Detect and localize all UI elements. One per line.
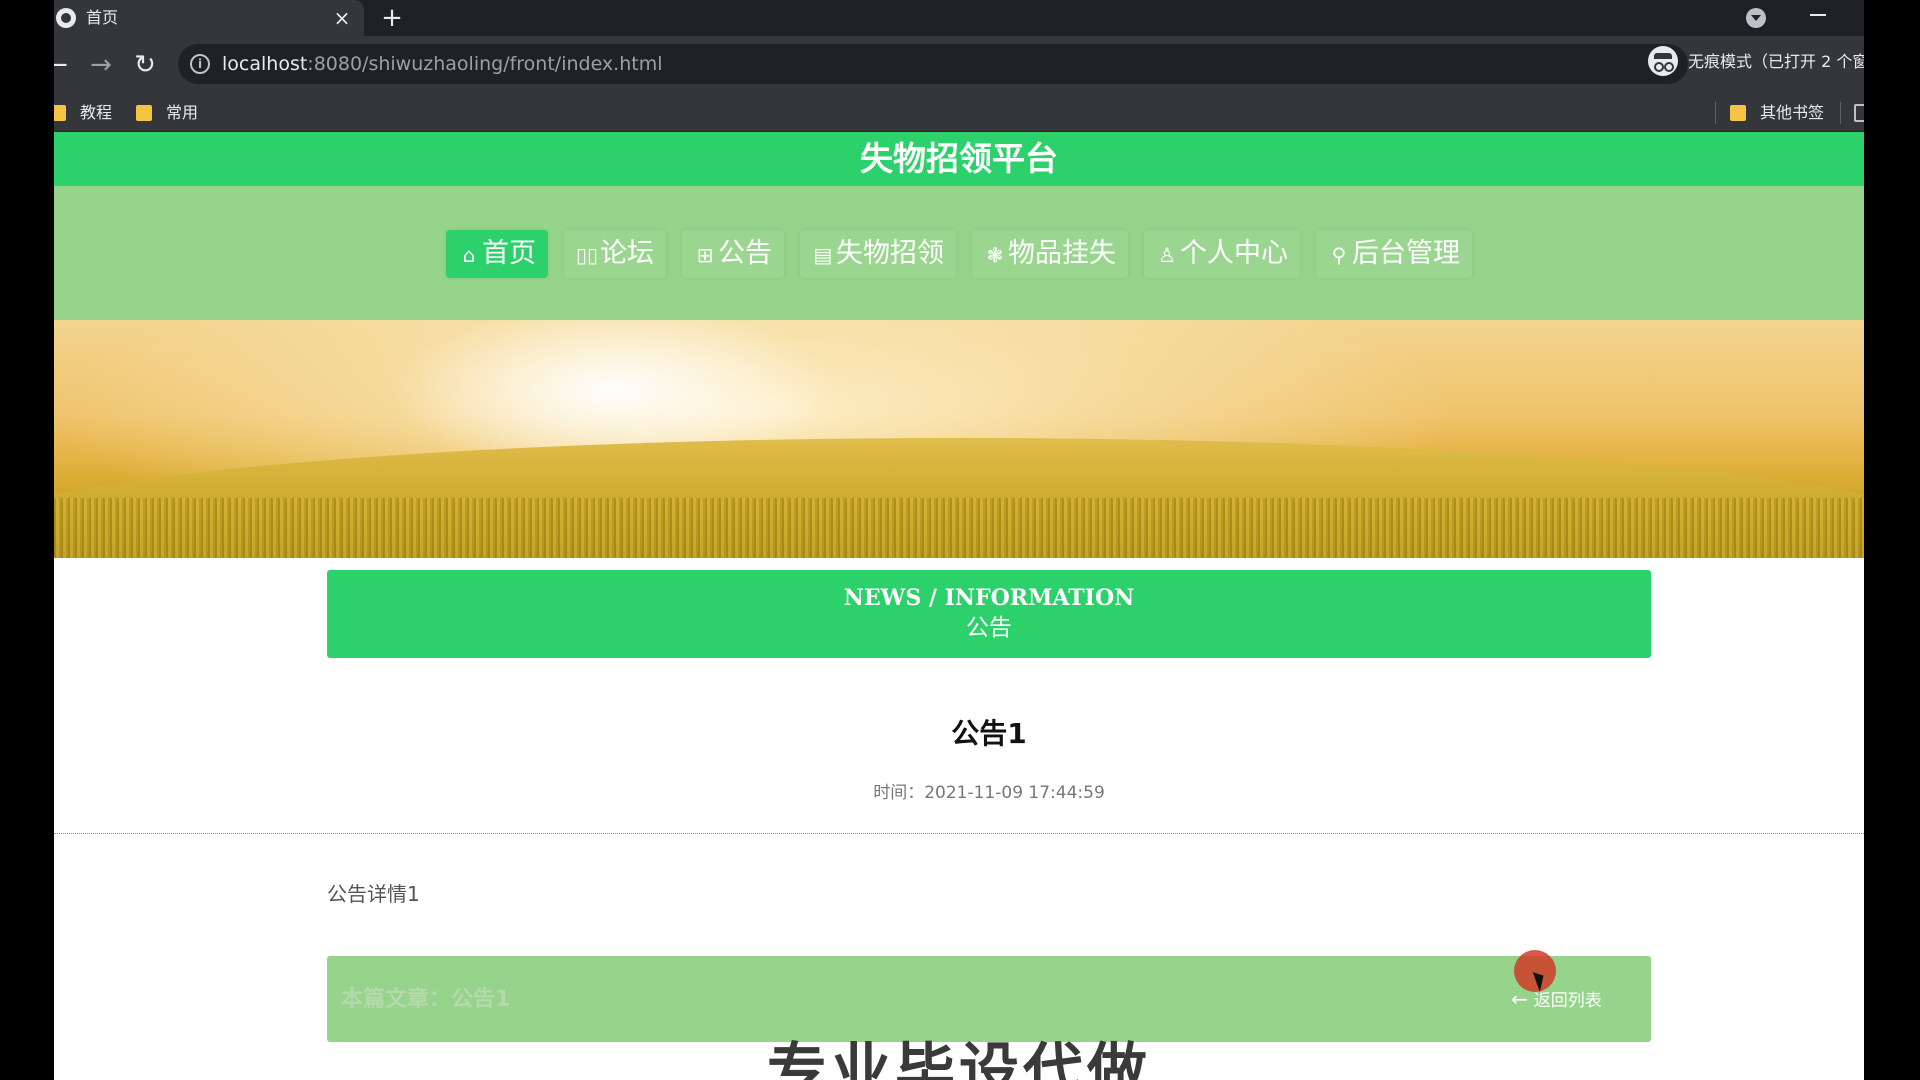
link-icon: ⚲ bbox=[1331, 243, 1347, 267]
bookmark-folder[interactable]: 教程 bbox=[80, 103, 112, 123]
nav-item-profile[interactable]: ♙ 个人中心 bbox=[1144, 230, 1300, 278]
article-title: 公告1 bbox=[951, 717, 1027, 750]
browser-tab[interactable]: 首页 × bbox=[54, 0, 364, 36]
incognito-label[interactable]: 无痕模式（已打开 2 个窗 bbox=[1688, 52, 1864, 72]
nav-label: 物品挂失 bbox=[1008, 238, 1116, 269]
folder-icon bbox=[54, 105, 66, 121]
nav-item-forum[interactable]: ▯▯论坛 bbox=[564, 230, 666, 278]
back-arrow-icon: ← bbox=[1511, 987, 1528, 1011]
hero-carousel bbox=[54, 320, 1864, 558]
user-icon: ♙ bbox=[1158, 243, 1176, 267]
nav-items: ⌂ 首页 ▯▯论坛 ⊞ 公告 ▤ 失物招领 ❃ 物品挂失 ♙ 个人中心 ⚲ 后台管理 bbox=[54, 230, 1864, 278]
nav-label: 失物招领 bbox=[836, 238, 944, 269]
folder-icon bbox=[136, 105, 152, 121]
article-footer: 本篇文章：公告1 ← 返回列表 bbox=[327, 956, 1651, 1042]
bookmarks-separator bbox=[1715, 102, 1716, 124]
tab-search-icon[interactable] bbox=[1746, 8, 1766, 28]
incognito-icon[interactable] bbox=[1648, 46, 1678, 76]
nav-label: 个人中心 bbox=[1180, 238, 1288, 269]
bookmarks-separator bbox=[1840, 102, 1841, 124]
other-bookmarks[interactable]: 其他书签 bbox=[1760, 103, 1824, 123]
nav-item-notice[interactable]: ⊞ 公告 bbox=[682, 230, 784, 278]
forward-arrow-icon[interactable]: → bbox=[86, 50, 116, 80]
back-to-list-label: 返回列表 bbox=[1533, 991, 1602, 1011]
main-nav: ⌂ 首页 ▯▯论坛 ⊞ 公告 ▤ 失物招领 ❃ 物品挂失 ♙ 个人中心 ⚲ 后台管理 bbox=[54, 186, 1864, 320]
page-content: 失物招领平台 ⌂ 首页 ▯▯论坛 ⊞ 公告 ▤ 失物招领 ❃ 物品挂失 ♙ 个人中心 ⚲ 后… bbox=[54, 132, 1864, 1080]
site-info-icon[interactable]: i bbox=[190, 54, 210, 74]
tab-title: 首页 bbox=[86, 8, 119, 27]
nav-label: 论坛 bbox=[600, 238, 654, 269]
nav-label: 后台管理 bbox=[1352, 238, 1460, 269]
flower-icon: ❃ bbox=[986, 243, 1004, 267]
browser-window: 首页 × + ← → ↻ i localhost:8080/shiwuzhaol… bbox=[54, 0, 1864, 1080]
article-body: 公告详情1 bbox=[327, 882, 420, 906]
current-article-label: 本篇文章：公告1 bbox=[341, 987, 511, 1012]
globe-icon bbox=[56, 8, 76, 28]
site-title: 失物招领平台 bbox=[54, 132, 1864, 186]
url-text[interactable]: localhost:8080/shiwuzhaoling/front/index… bbox=[222, 53, 663, 75]
banner-grass-image bbox=[54, 498, 1864, 558]
bookmark-folder[interactable]: 常用 bbox=[166, 103, 198, 123]
nav-label: 公告 bbox=[718, 238, 772, 269]
address-bar[interactable]: i localhost:8080/shiwuzhaoling/front/ind… bbox=[178, 44, 1688, 84]
article-time: 时间：2021-11-09 17:44:59 bbox=[873, 783, 1105, 803]
nav-label: 首页 bbox=[482, 238, 536, 269]
new-tab-button[interactable]: + bbox=[378, 4, 406, 32]
nav-item-lost-found[interactable]: ▤ 失物招领 bbox=[800, 230, 956, 278]
minimize-button[interactable] bbox=[1802, 4, 1832, 24]
document-icon: ▤ bbox=[813, 243, 833, 267]
tab-strip: 首页 × + bbox=[54, 0, 1864, 36]
grid-icon: ⊞ bbox=[696, 243, 714, 267]
back-arrow-icon[interactable]: ← bbox=[54, 50, 72, 80]
nav-item-admin[interactable]: ⚲ 后台管理 bbox=[1316, 230, 1472, 278]
home-icon: ⌂ bbox=[462, 243, 476, 267]
url-path: :8080/shiwuzhaoling/front/index.html bbox=[307, 53, 663, 75]
folder-icon bbox=[1730, 105, 1746, 121]
nav-item-home[interactable]: ⌂ 首页 bbox=[446, 230, 548, 278]
reading-list-icon[interactable] bbox=[1854, 104, 1864, 122]
bookmarks-bar: 教程 常用 其他书签 bbox=[54, 94, 1864, 132]
url-host: localhost bbox=[222, 53, 308, 75]
forum-icon: ▯▯ bbox=[576, 243, 599, 267]
nav-item-report-loss[interactable]: ❃ 物品挂失 bbox=[972, 230, 1128, 278]
section-header: NEWS / INFORMATION 公告 bbox=[327, 570, 1651, 658]
section-title-cn: 公告 bbox=[966, 615, 1012, 641]
section-title-en: NEWS / INFORMATION bbox=[843, 585, 1135, 611]
watermark-text: 专业毕设代做 bbox=[767, 1037, 1151, 1080]
browser-toolbar: ← → ↻ i localhost:8080/shiwuzhaoling/fro… bbox=[54, 36, 1864, 94]
back-to-list-link[interactable]: ← 返回列表 bbox=[1511, 988, 1602, 1012]
close-tab-icon[interactable]: × bbox=[330, 6, 354, 30]
divider bbox=[54, 833, 1864, 834]
screen: 首页 × + ← → ↻ i localhost:8080/shiwuzhaol… bbox=[0, 0, 1920, 1080]
reload-icon[interactable]: ↻ bbox=[130, 50, 160, 80]
